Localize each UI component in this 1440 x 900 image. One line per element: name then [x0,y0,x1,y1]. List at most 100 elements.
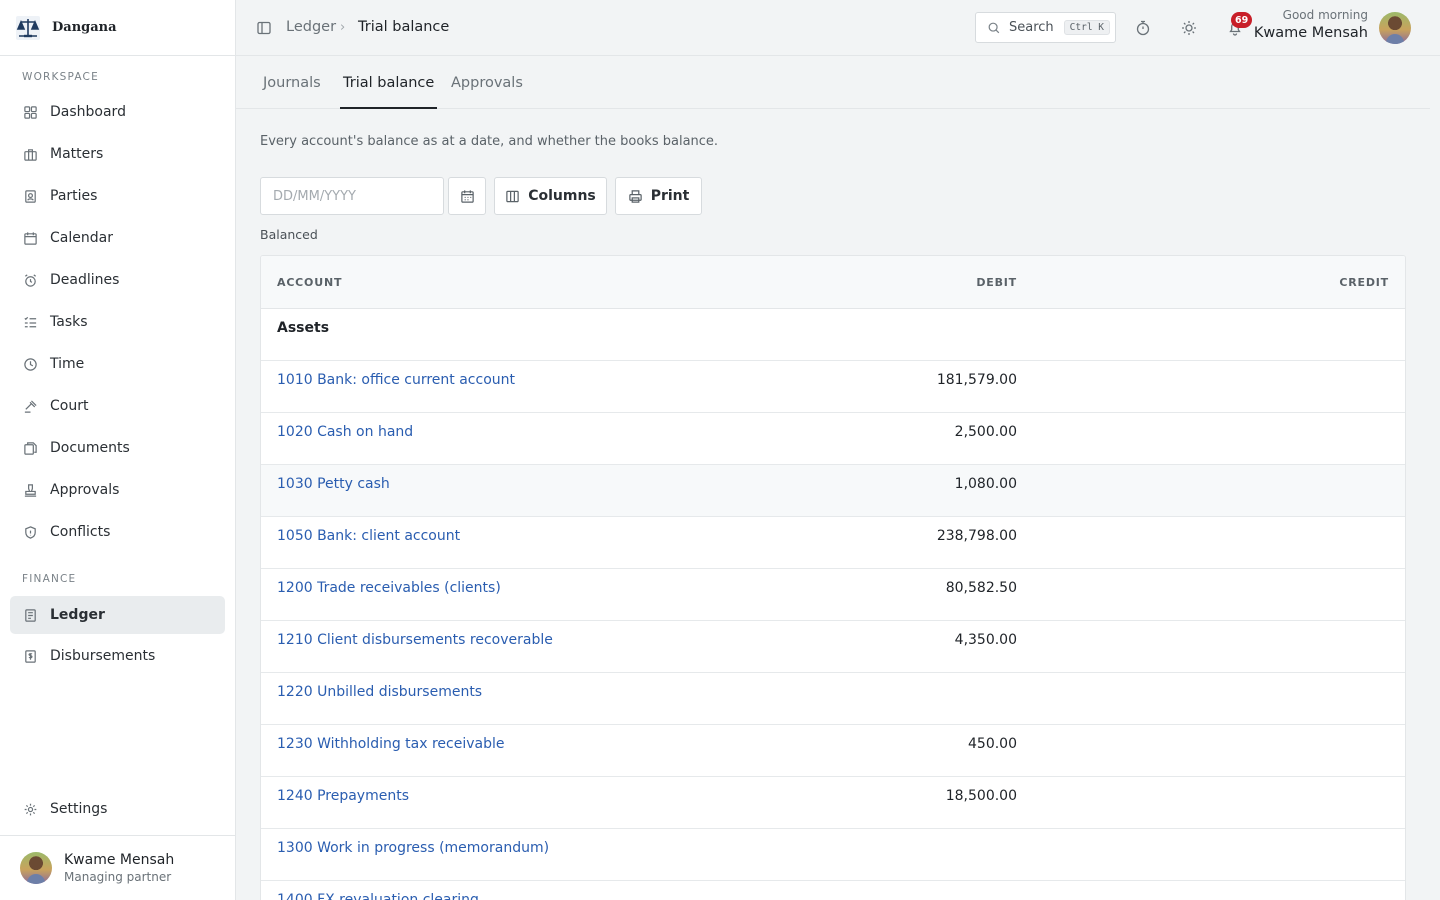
table-row: 1050 Bank: client account 238,798.00 [261,517,1405,569]
search-button[interactable]: Search Ctrl K [975,12,1116,43]
sidebar-item-label: Documents [50,440,130,456]
account-link[interactable]: 1200 Trade receivables (clients) [277,580,501,596]
sidebar-item-label: Settings [50,801,108,817]
dashboard-icon [22,104,38,120]
receipt-icon [22,648,38,664]
columns-button[interactable]: Columns [494,177,607,215]
account-link[interactable]: 1210 Client disbursements recoverable [277,632,553,648]
account-link[interactable]: 1030 Petty cash [277,476,390,492]
debit-value: 80,582.50 [945,580,1017,596]
contact-card-icon [22,188,38,204]
briefcase-icon [22,146,38,162]
breadcrumb-ledger[interactable]: Ledger [286,19,336,35]
ledger-icon [22,607,38,623]
brand[interactable]: Dangana [0,0,235,56]
greeting-text: Good morning [1282,8,1368,22]
avatar[interactable] [1379,12,1411,44]
sidebar-item-matters[interactable]: Matters [10,135,225,173]
sidebar-item-calendar[interactable]: Calendar [10,219,225,257]
sidebar-item-conflicts[interactable]: Conflicts [10,513,225,551]
debit-value: 450.00 [968,736,1017,752]
table-row-group: Assets [261,309,1405,361]
sidebar-item-label: Calendar [50,230,113,246]
table-row: 1030 Petty cash 1,080.00 [261,465,1405,517]
chevron-right-icon: › [340,20,346,35]
section-label-finance: FINANCE [22,573,77,585]
sidebar-item-court[interactable]: Court [10,387,225,425]
calendar-icon [460,189,474,203]
table-row: 1210 Client disbursements recoverable 4,… [261,621,1405,673]
sidebar-item-label: Tasks [50,314,88,330]
sun-icon[interactable] [1180,19,1198,37]
calendar-icon [22,230,38,246]
debit-value: 2,500.00 [954,424,1017,440]
brand-name: Dangana [52,20,117,35]
sidebar-user[interactable]: Kwame Mensah Managing partner [0,835,235,900]
table-row: 1220 Unbilled disbursements [261,673,1405,725]
sidebar-item-tasks[interactable]: Tasks [10,303,225,341]
documents-icon [22,440,38,456]
sidebar-item-disbursements[interactable]: Disbursements [10,637,225,675]
table-row: 1230 Withholding tax receivable 450.00 [261,725,1405,777]
timer-icon[interactable] [1134,19,1152,37]
column-header-account[interactable]: ACCOUNT [277,276,342,289]
account-link[interactable]: 1050 Bank: client account [277,528,460,544]
print-button[interactable]: Print [615,177,702,215]
account-link[interactable]: 1020 Cash on hand [277,424,413,440]
sidebar-item-label: Dashboard [50,104,126,120]
date-picker-button[interactable] [448,177,486,215]
user-name: Kwame Mensah [64,852,175,868]
account-link[interactable]: 1240 Prepayments [277,788,409,804]
topbar: Ledger › Trial balance Search Ctrl K 69 … [236,0,1440,56]
avatar [20,852,52,884]
sidebar-toggle-icon[interactable] [256,20,272,36]
table-row: 1020 Cash on hand 2,500.00 [261,413,1405,465]
sidebar-item-dashboard[interactable]: Dashboard [10,93,225,131]
tab-approvals[interactable]: Approvals [451,75,523,109]
sidebar-item-label: Parties [50,188,98,204]
sidebar-item-ledger[interactable]: Ledger [10,596,225,634]
sidebar-item-label: Deadlines [50,272,120,288]
table-row: 1200 Trade receivables (clients) 80,582.… [261,569,1405,621]
sidebar-item-approvals[interactable]: Approvals [10,471,225,509]
print-label: Print [650,188,690,204]
gavel-icon [22,398,38,414]
group-label: Assets [277,320,330,336]
alarm-clock-icon [22,272,38,288]
sidebar-item-label: Matters [50,146,104,162]
sidebar-item-documents[interactable]: Documents [10,429,225,467]
sidebar-item-settings[interactable]: Settings [10,790,225,828]
section-label-workspace: WORKSPACE [22,71,99,83]
sidebar-item-time[interactable]: Time [10,345,225,383]
sidebar-item-deadlines[interactable]: Deadlines [10,261,225,299]
debit-value: 4,350.00 [954,632,1017,648]
sidebar-item-label: Court [50,398,89,414]
search-shortcut: Ctrl K [1063,20,1110,35]
column-header-debit[interactable]: DEBIT [976,276,1017,289]
search-icon [988,22,1000,33]
tab-journals[interactable]: Journals [263,75,321,109]
page-description: Every account's balance as at a date, an… [260,134,719,149]
sidebar-item-label: Time [50,356,85,372]
account-link[interactable]: 1230 Withholding tax receivable [277,736,505,752]
debit-value: 18,500.00 [945,788,1017,804]
notification-badge: 69 [1231,12,1253,28]
date-input[interactable] [260,177,444,215]
balance-status: Balanced [260,227,318,242]
search-label: Search [1009,20,1054,35]
column-header-credit[interactable]: CREDIT [1339,276,1389,289]
columns-label: Columns [528,188,596,204]
gear-icon [22,801,38,817]
account-link[interactable]: 1300 Work in progress (memorandum) [277,840,549,856]
table-row: 1300 Work in progress (memorandum) [261,829,1405,881]
sidebar: Dangana WORKSPACE Dashboard Matters Part… [0,0,236,900]
scales-logo-icon [14,14,42,42]
account-link[interactable]: 1400 FX revaluation clearing [277,892,479,900]
clock-icon [22,356,38,372]
sidebar-item-label: Disbursements [50,648,156,664]
trial-balance-table: ACCOUNT DEBIT CREDIT Assets 1010 Bank: o… [260,255,1406,900]
sidebar-item-parties[interactable]: Parties [10,177,225,215]
tab-trial-balance[interactable]: Trial balance [340,75,438,109]
account-link[interactable]: 1010 Bank: office current account [277,372,515,388]
account-link[interactable]: 1220 Unbilled disbursements [277,684,482,700]
